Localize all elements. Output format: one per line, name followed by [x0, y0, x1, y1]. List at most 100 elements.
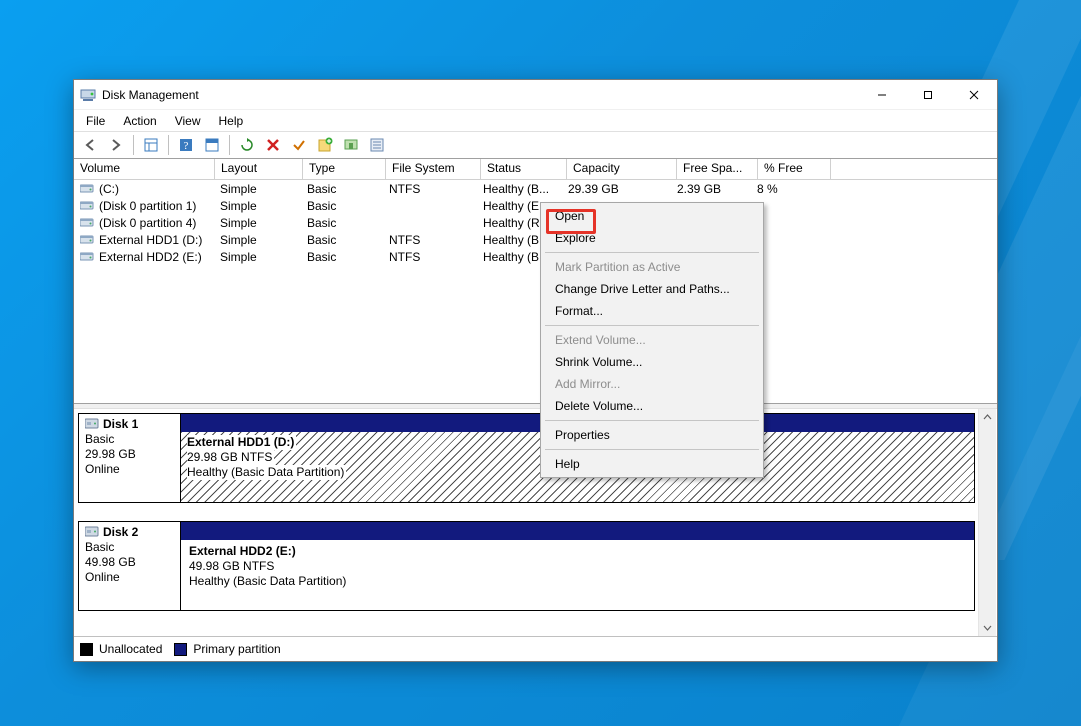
- settings-button[interactable]: [200, 133, 224, 157]
- disk-type: Basic: [85, 432, 114, 446]
- cell-layout: Simple: [214, 182, 301, 196]
- partition-size: 29.98 GB NTFS: [187, 450, 274, 465]
- close-button[interactable]: [951, 80, 997, 109]
- volume-row[interactable]: (Disk 0 partition 1)SimpleBasicHealthy (…: [74, 197, 997, 214]
- context-menu-item-delete-volume[interactable]: Delete Volume...: [543, 395, 761, 417]
- volume-name: External HDD2 (E:): [99, 250, 202, 264]
- volume-name: External HDD1 (D:): [99, 233, 202, 247]
- partition-status: Healthy (Basic Data Partition): [187, 465, 346, 480]
- col-type[interactable]: Type: [303, 159, 386, 179]
- partition-box[interactable]: External HDD2 (E:)49.98 GB NTFSHealthy (…: [181, 540, 975, 611]
- partition-status: Healthy (Basic Data Partition): [189, 574, 346, 588]
- volume-list-header[interactable]: Volume Layout Type File System Status Ca…: [74, 159, 997, 180]
- menu-action[interactable]: Action: [114, 112, 165, 130]
- context-menu-item-open[interactable]: Open: [543, 205, 761, 227]
- partition-title: External HDD1 (D:): [187, 435, 294, 449]
- drive-icon: [80, 200, 94, 212]
- cell-fs: NTFS: [383, 250, 477, 264]
- window-title: Disk Management: [102, 88, 199, 102]
- legend-primary: Primary partition: [193, 642, 280, 656]
- menu-view[interactable]: View: [166, 112, 210, 130]
- app-icon: [80, 87, 96, 103]
- create-vhd-button[interactable]: [313, 133, 337, 157]
- back-button[interactable]: [78, 133, 102, 157]
- maximize-button[interactable]: [905, 80, 951, 109]
- col-status[interactable]: Status: [481, 159, 567, 179]
- cell-type: Basic: [301, 250, 383, 264]
- context-menu-item-extend-volume: Extend Volume...: [543, 329, 761, 351]
- context-menu-item-mark-partition-as-active: Mark Partition as Active: [543, 256, 761, 278]
- volume-name: (Disk 0 partition 4): [99, 216, 196, 230]
- context-menu[interactable]: OpenExplore Mark Partition as ActiveChang…: [540, 202, 764, 478]
- drive-icon: [80, 217, 94, 229]
- vertical-scrollbar[interactable]: [978, 409, 996, 636]
- volume-list[interactable]: Volume Layout Type File System Status Ca…: [74, 159, 997, 404]
- cell-free: 2.39 GB: [671, 182, 751, 196]
- disk-row: Disk 2Basic49.98 GBOnlineExternal HDD2 (…: [78, 521, 975, 611]
- col-capacity[interactable]: Capacity: [567, 159, 677, 179]
- volume-name: (Disk 0 partition 1): [99, 199, 196, 213]
- cell-layout: Simple: [214, 216, 301, 230]
- context-menu-item-explore[interactable]: Explore: [543, 227, 761, 249]
- menu-file[interactable]: File: [77, 112, 114, 130]
- context-menu-item-shrink-volume[interactable]: Shrink Volume...: [543, 351, 761, 373]
- show-hide-tree-button[interactable]: [139, 133, 163, 157]
- disk-state: Online: [85, 570, 120, 584]
- context-menu-item-format[interactable]: Format...: [543, 300, 761, 322]
- drive-icon: [80, 251, 94, 263]
- menubar: File Action View Help: [74, 110, 997, 131]
- scroll-up-button[interactable]: [979, 409, 996, 426]
- cell-fs: NTFS: [383, 182, 477, 196]
- context-menu-separator: [545, 325, 759, 326]
- context-menu-item-help[interactable]: Help: [543, 453, 761, 475]
- col-filesystem[interactable]: File System: [386, 159, 481, 179]
- context-menu-separator: [545, 420, 759, 421]
- scroll-down-button[interactable]: [979, 619, 996, 636]
- properties-button[interactable]: [365, 133, 389, 157]
- volume-row[interactable]: External HDD2 (E:)SimpleBasicNTFSHealthy…: [74, 248, 997, 265]
- disk-type: Basic: [85, 540, 114, 554]
- menu-help[interactable]: Help: [210, 112, 253, 130]
- volume-row[interactable]: (Disk 0 partition 4)SimpleBasicHealthy (…: [74, 214, 997, 231]
- cell-fs: NTFS: [383, 233, 477, 247]
- disk-info-panel[interactable]: Disk 2Basic49.98 GBOnline: [78, 521, 181, 611]
- titlebar[interactable]: Disk Management: [74, 80, 997, 110]
- disk-size: 29.98 GB: [85, 447, 136, 461]
- legend-swatch-unallocated: [80, 643, 93, 656]
- disk-graphical-view: Disk 1Basic29.98 GBOnlineExternal HDD1 (…: [74, 409, 997, 636]
- toolbar: ?: [74, 131, 997, 159]
- volume-row[interactable]: External HDD1 (D:)SimpleBasicNTFSHealthy…: [74, 231, 997, 248]
- context-menu-separator: [545, 449, 759, 450]
- context-menu-item-change-drive-letter-and-paths[interactable]: Change Drive Letter and Paths...: [543, 278, 761, 300]
- disk-size: 49.98 GB: [85, 555, 136, 569]
- cell-status: Healthy (B...: [477, 182, 562, 196]
- delete-button[interactable]: [261, 133, 285, 157]
- cell-type: Basic: [301, 182, 383, 196]
- disk-info-panel[interactable]: Disk 1Basic29.98 GBOnline: [78, 413, 181, 503]
- forward-button[interactable]: [104, 133, 128, 157]
- toolbar-separator: [133, 135, 134, 155]
- apply-button[interactable]: [287, 133, 311, 157]
- col-pctfree[interactable]: % Free: [758, 159, 831, 179]
- disk-row: Disk 1Basic29.98 GBOnline External HDD1 (…: [78, 413, 975, 503]
- help-button[interactable]: ?: [174, 133, 198, 157]
- cell-layout: Simple: [214, 250, 301, 264]
- legend-swatch-primary: [174, 643, 187, 656]
- cell-layout: Simple: [214, 199, 301, 213]
- refresh-button[interactable]: [235, 133, 259, 157]
- legend-unallocated: Unallocated: [99, 642, 162, 656]
- attach-vhd-button[interactable]: [339, 133, 363, 157]
- context-menu-item-properties[interactable]: Properties: [543, 424, 761, 446]
- minimize-button[interactable]: [859, 80, 905, 109]
- col-freespace[interactable]: Free Spa...: [677, 159, 758, 179]
- context-menu-item-add-mirror: Add Mirror...: [543, 373, 761, 395]
- cell-type: Basic: [301, 216, 383, 230]
- toolbar-separator: [229, 135, 230, 155]
- disk-name: Disk 1: [103, 417, 138, 431]
- scroll-track[interactable]: [979, 426, 996, 619]
- col-volume[interactable]: Volume: [74, 159, 215, 179]
- partition-title: External HDD2 (E:): [189, 544, 296, 558]
- volume-row[interactable]: (C:)SimpleBasicNTFSHealthy (B...29.39 GB…: [74, 180, 997, 197]
- toolbar-separator: [168, 135, 169, 155]
- col-layout[interactable]: Layout: [215, 159, 303, 179]
